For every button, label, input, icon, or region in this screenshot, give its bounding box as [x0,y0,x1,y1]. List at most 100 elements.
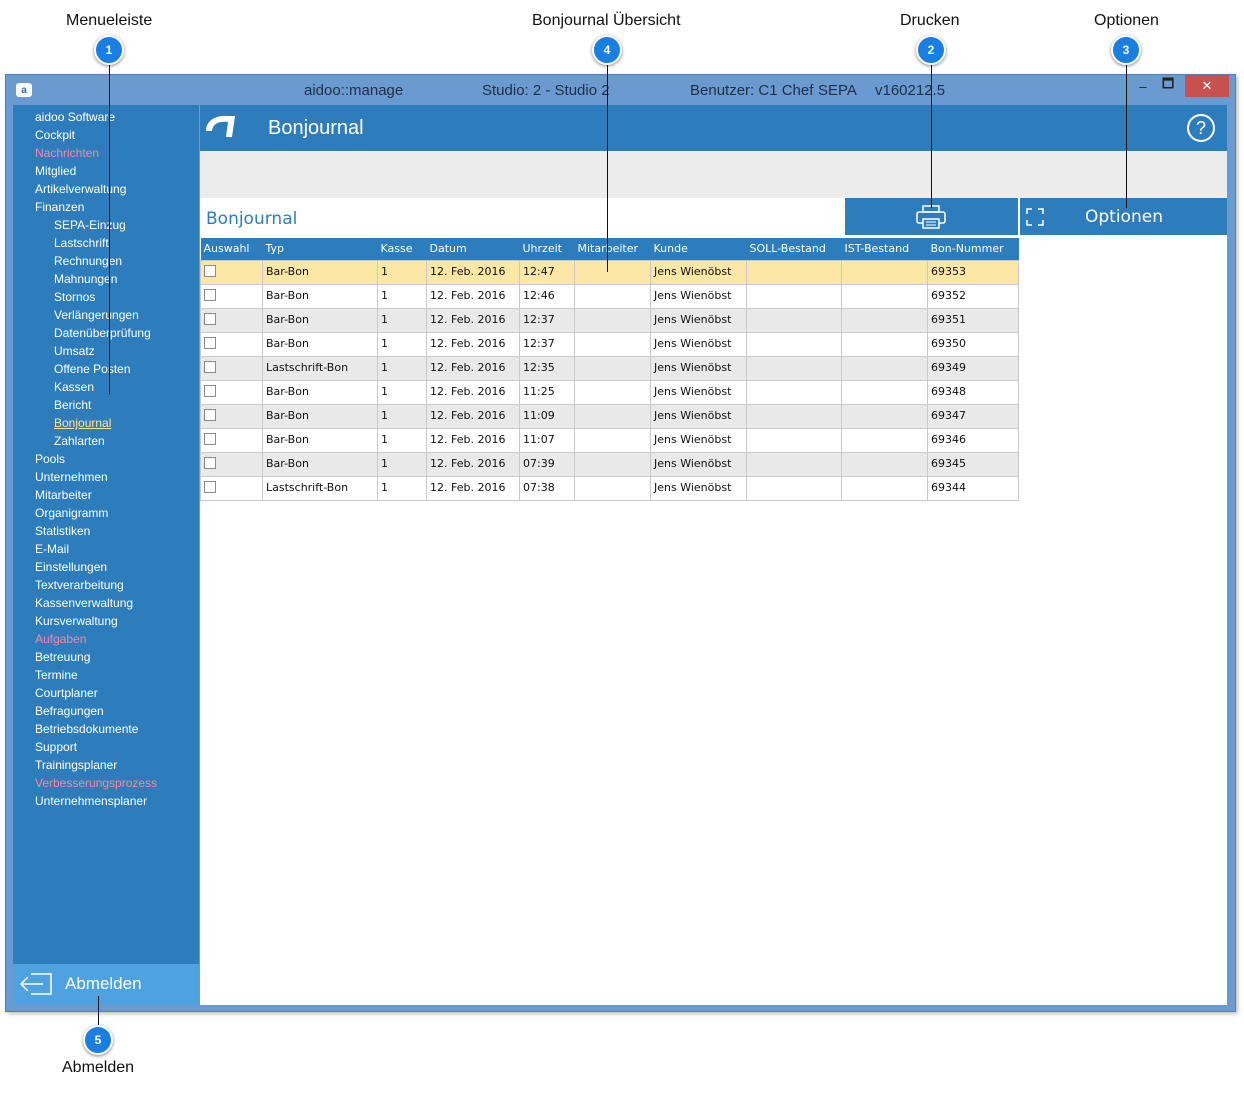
sidebar-item-einstellungen[interactable]: Einstellungen [13,559,199,577]
row-checkbox[interactable] [204,384,216,397]
sidebar-item-datenueberpruefung[interactable]: Datenüberprüfung [13,325,199,343]
sidebar-item-termine[interactable]: Termine [13,667,199,685]
sidebar-item-aidoo-software[interactable]: aidoo Software [13,109,199,127]
table-row[interactable]: Bar-Bon 1 12. Feb. 2016 12:46 Jens Wienö… [200,283,1019,309]
sidebar-item-mitglied[interactable]: Mitglied [13,163,199,181]
sidebar-item-aufgaben[interactable]: Aufgaben [13,631,199,649]
sidebar-item-betreuung[interactable]: Betreuung [13,649,199,667]
sidebar-item-umsatz[interactable]: Umsatz [13,343,199,361]
column-header-auswahl[interactable]: Auswahl [200,238,263,260]
row-checkbox[interactable] [204,312,216,325]
sidebar-item-offene-posten[interactable]: Offene Posten [13,361,199,379]
row-checkbox[interactable] [204,480,216,493]
sidebar-item-verbesserungsprozess[interactable]: Verbesserungsprozess [13,775,199,793]
callout-line-4 [607,64,608,272]
row-checkbox[interactable] [204,264,216,277]
sidebar-item-bonjournal[interactable]: Bonjournal [13,415,199,433]
sidebar-item-zahlarten[interactable]: Zahlarten [13,433,199,451]
column-header-bon-nummer[interactable]: Bon-Nummer [927,238,1019,260]
sidebar-item-bericht[interactable]: Bericht [13,397,199,415]
sidebar-item-organigramm[interactable]: Organigramm [13,505,199,523]
cell-auswahl [200,259,263,285]
row-checkbox[interactable] [204,432,216,445]
row-checkbox[interactable] [204,360,216,373]
sidebar-item-nachrichten[interactable]: Nachrichten [13,145,199,163]
cell-ist-bestand [841,355,928,381]
cell-bon-nummer: 69349 [927,355,1019,381]
sidebar-item-befragungen[interactable]: Befragungen [13,703,199,721]
sidebar-item-kassen[interactable]: Kassen [13,379,199,397]
callout-badge-2: 2 [916,35,946,65]
cell-bon-nummer: 69347 [927,403,1019,429]
row-checkbox[interactable] [204,456,216,469]
sidebar-item-sepa-einzug[interactable]: SEPA-Einzug [13,217,199,235]
expand-icon [1026,208,1044,226]
table-row[interactable]: Bar-Bon 1 12. Feb. 2016 12:37 Jens Wienö… [200,331,1019,357]
cell-typ: Bar-Bon [262,331,378,357]
cell-mitarbeiter [574,283,651,309]
cell-uhrzeit: 12:46 [519,283,575,309]
cell-auswahl [200,451,263,477]
sidebar-item-kassenverwaltung[interactable]: Kassenverwaltung [13,595,199,613]
section-title: Bonjournal [206,209,298,229]
minimize-button[interactable]: – [1134,75,1152,97]
logout-button[interactable]: Abmelden [13,964,199,1005]
sidebar-item-mitarbeiter[interactable]: Mitarbeiter [13,487,199,505]
maximize-button[interactable]: 🗖 [1159,75,1177,97]
row-checkbox[interactable] [204,288,216,301]
options-button[interactable]: Optionen [1020,198,1227,235]
sidebar-item-e-mail[interactable]: E-Mail [13,541,199,559]
column-header-ist-bestand[interactable]: IST-Bestand [841,238,928,260]
sidebar-item-lastschrift[interactable]: Lastschrift [13,235,199,253]
column-header-mitarbeiter[interactable]: Mitarbeiter [574,238,651,260]
sidebar-item-stornos[interactable]: Stornos [13,289,199,307]
column-header-uhrzeit[interactable]: Uhrzeit [519,238,575,260]
column-header-typ[interactable]: Typ [262,238,378,260]
sidebar-menu: aidoo Software Cockpit Nachrichten Mitgl… [13,105,199,1005]
column-header-soll-bestand[interactable]: SOLL-Bestand [746,238,842,260]
sidebar-item-unternehmen[interactable]: Unternehmen [13,469,199,487]
sidebar-item-unternehmensplaner[interactable]: Unternehmensplaner [13,793,199,811]
sidebar-item-kursverwaltung[interactable]: Kursverwaltung [13,613,199,631]
sidebar-item-betriebsdokumente[interactable]: Betriebsdokumente [13,721,199,739]
title-user: Benutzer: C1 Chef [690,82,814,99]
sidebar-item-support[interactable]: Support [13,739,199,757]
app-window: a aidoo::manage Studio: 2 - Studio 2 Ben… [5,74,1236,1012]
table-row[interactable]: Lastschrift-Bon 1 12. Feb. 2016 07:38 Je… [200,475,1019,501]
table-row[interactable]: Bar-Bon 1 12. Feb. 2016 07:39 Jens Wienö… [200,451,1019,477]
cell-typ: Bar-Bon [262,403,378,429]
sidebar-item-courtplaner[interactable]: Courtplaner [13,685,199,703]
sidebar-item-trainingsplaner[interactable]: Trainingsplaner [13,757,199,775]
sidebar-item-artikelverwaltung[interactable]: Artikelverwaltung [13,181,199,199]
table-row[interactable]: Bar-Bon 1 12. Feb. 2016 11:25 Jens Wienö… [200,379,1019,405]
sidebar-item-pools[interactable]: Pools [13,451,199,469]
column-header-datum[interactable]: Datum [426,238,520,260]
cell-kunde: Jens Wienöbst [650,451,747,477]
table-row[interactable]: Bar-Bon 1 12. Feb. 2016 12:37 Jens Wienö… [200,307,1019,333]
sidebar-item-cockpit[interactable]: Cockpit [13,127,199,145]
row-checkbox[interactable] [204,408,216,421]
title-app-name: aidoo::manage [304,82,404,99]
sidebar-item-verlaengerungen[interactable]: Verlängerungen [13,307,199,325]
sidebar-item-statistiken[interactable]: Statistiken [13,523,199,541]
table-row[interactable]: Bar-Bon 1 12. Feb. 2016 11:09 Jens Wienö… [200,403,1019,429]
cell-typ: Lastschrift-Bon [262,355,378,381]
cell-uhrzeit: 12:37 [519,307,575,333]
table-row[interactable]: Lastschrift-Bon 1 12. Feb. 2016 12:35 Je… [200,355,1019,381]
table-row[interactable]: Bar-Bon 1 12. Feb. 2016 11:07 Jens Wienö… [200,427,1019,453]
table-row[interactable]: Bar-Bon 1 12. Feb. 2016 12:47 Jens Wienö… [200,259,1019,285]
callout-badge-5: 5 [83,1025,113,1055]
sidebar-item-finanzen[interactable]: Finanzen [13,199,199,217]
column-header-kasse[interactable]: Kasse [377,238,427,260]
cell-typ: Bar-Bon [262,451,378,477]
sidebar-item-rechnungen[interactable]: Rechnungen [13,253,199,271]
sidebar-item-mahnungen[interactable]: Mahnungen [13,271,199,289]
column-header-kunde[interactable]: Kunde [650,238,747,260]
help-icon[interactable]: ? [1187,114,1215,142]
cell-uhrzeit: 11:25 [519,379,575,405]
sidebar-item-textverarbeitung[interactable]: Textverarbeitung [13,577,199,595]
row-checkbox[interactable] [204,336,216,349]
cell-kasse: 1 [377,451,427,477]
cell-datum: 12. Feb. 2016 [426,451,520,477]
close-button[interactable]: ✕ [1185,75,1229,97]
